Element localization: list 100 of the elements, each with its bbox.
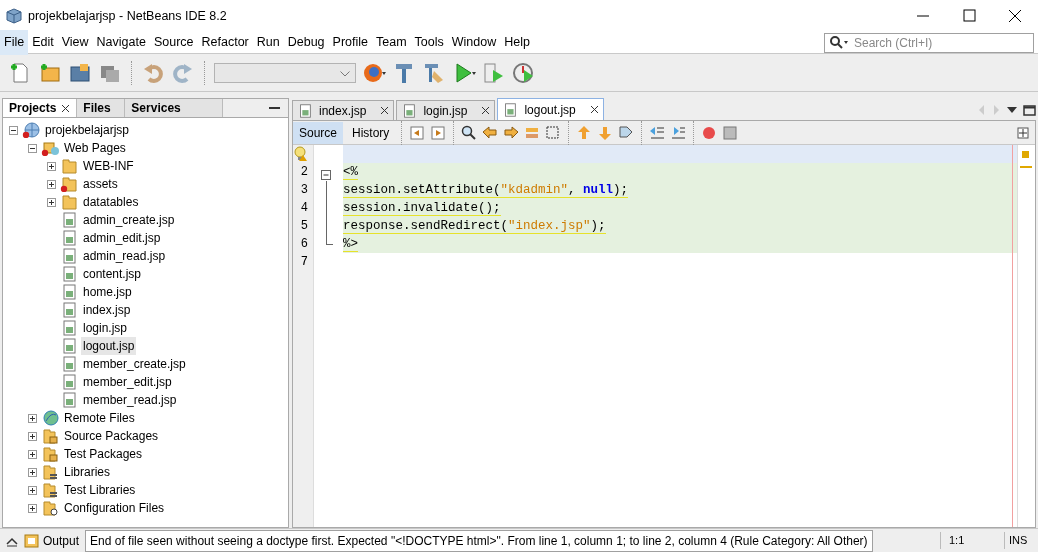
tree-item[interactable]: Source Packages (62, 427, 161, 445)
tree-item[interactable]: WEB-INF (81, 157, 136, 175)
tree-item[interactable]: member_create.jsp (81, 355, 188, 373)
tree-item[interactable]: datatables (81, 193, 141, 211)
expand-icon[interactable] (47, 197, 56, 207)
back-icon[interactable] (408, 123, 427, 142)
close-icon[interactable] (380, 106, 390, 115)
menu-item[interactable]: Team (372, 30, 411, 55)
window-title: projekbelajarjsp - NetBeans IDE 8.2 (28, 7, 227, 25)
tree-item[interactable]: Libraries (62, 463, 113, 481)
file-icon (60, 320, 78, 336)
cursor-position: 1:1 (940, 532, 1004, 549)
globe-icon (41, 410, 59, 426)
tree-item[interactable]: index.jsp (81, 301, 133, 319)
panel-tab[interactable]: Files (77, 99, 126, 117)
stop-icon[interactable] (721, 123, 740, 142)
tree-item[interactable]: content.jsp (81, 265, 144, 283)
menu-item[interactable]: View (57, 30, 93, 55)
cube-icon (6, 8, 22, 24)
tree-item[interactable]: assets (81, 175, 120, 193)
expand-icon[interactable] (28, 431, 37, 441)
file-icon (60, 248, 78, 264)
line-number: 4 (299, 200, 309, 217)
output-button[interactable]: Output (18, 531, 86, 550)
split-icon[interactable] (1017, 126, 1029, 139)
warning-marker (1022, 151, 1029, 158)
menu-item[interactable]: Run (252, 30, 284, 55)
editor-tab[interactable]: login.jsp (396, 100, 496, 120)
line-number: 6 (299, 236, 309, 253)
expand-icon[interactable] (28, 449, 37, 459)
code-line: session.invalidate(); (343, 201, 501, 216)
tree-item[interactable]: Remote Files (62, 409, 137, 427)
menu-item[interactable]: Window (447, 30, 501, 55)
expand-icon[interactable] (28, 485, 37, 495)
menu-item[interactable]: Help (500, 30, 534, 55)
close-icon[interactable] (481, 106, 491, 115)
forward-icon[interactable] (429, 123, 448, 142)
file-icon (60, 284, 78, 300)
tree-item[interactable]: home.jsp (81, 283, 134, 301)
close-icon[interactable] (589, 105, 599, 114)
editor-tab[interactable]: logout.jsp (497, 98, 604, 120)
dropdown-icon[interactable] (1007, 105, 1017, 115)
file-icon (297, 102, 313, 119)
fold-icon[interactable] (321, 169, 331, 180)
tree-item[interactable]: Web Pages (62, 139, 128, 157)
close-icon[interactable] (61, 103, 71, 113)
menu-item[interactable]: Debug (283, 30, 329, 55)
tree-item[interactable]: projekbelajarjsp (43, 121, 132, 139)
menu-item[interactable]: Source (149, 30, 198, 55)
menu-item[interactable]: Navigate (92, 30, 150, 55)
file-icon (60, 338, 78, 354)
folder-icon (60, 158, 78, 174)
search-box[interactable]: Search (Ctrl+I) (824, 32, 1034, 53)
line-number: 5 (299, 218, 309, 235)
package-icon (41, 428, 59, 444)
menu-item[interactable]: Profile (328, 30, 372, 55)
profile-icon[interactable] (512, 60, 536, 85)
tree-item[interactable]: Test Packages (62, 445, 145, 463)
expand-icon[interactable] (47, 161, 56, 171)
file-icon (60, 374, 78, 390)
collapse-icon[interactable] (9, 125, 18, 135)
line-number: 2 (299, 164, 309, 181)
file-icon (60, 392, 78, 408)
menu-item[interactable]: Tools (410, 30, 448, 55)
editor-tab[interactable]: index.jsp (292, 100, 395, 120)
output-icon (24, 532, 39, 549)
tree-item[interactable]: admin_read.jsp (81, 247, 168, 265)
tree-item[interactable]: Configuration Files (62, 499, 167, 517)
package-icon (41, 446, 59, 462)
folder-icon (60, 194, 78, 210)
tree-item[interactable]: member_read.jsp (81, 391, 179, 409)
file-icon (60, 266, 78, 282)
tree-item[interactable]: logout.jsp (81, 337, 137, 355)
maximize-icon[interactable] (1023, 104, 1036, 116)
mode-tab[interactable]: Source (293, 121, 344, 144)
menu-item[interactable]: Refactor (197, 30, 253, 55)
code-line: %> (343, 237, 358, 252)
expand-icon[interactable] (28, 503, 37, 513)
collapse-icon[interactable] (28, 143, 37, 153)
file-icon (60, 212, 78, 228)
file-icon (60, 356, 78, 372)
library-icon (41, 464, 59, 480)
tree-item[interactable]: admin_create.jsp (81, 211, 177, 229)
menu-item[interactable]: Edit (28, 30, 58, 55)
tree-item[interactable]: member_edit.jsp (81, 373, 174, 391)
panel-tab[interactable]: Projects (3, 99, 78, 117)
line-number: 7 (299, 254, 309, 271)
line-number: 3 (299, 182, 309, 199)
tree-item[interactable]: login.jsp (81, 319, 130, 337)
code-line: response.sendRedirect("index.jsp"); (343, 219, 606, 234)
tree-item[interactable]: Test Libraries (62, 481, 138, 499)
tree-item[interactable]: admin_edit.jsp (81, 229, 163, 247)
menu-item[interactable]: File (0, 30, 29, 55)
minimize-icon[interactable] (269, 104, 280, 112)
expand-icon[interactable] (47, 179, 56, 189)
library-icon (41, 482, 59, 498)
mode-tab[interactable]: History (346, 121, 396, 144)
panel-tab[interactable]: Services (125, 99, 224, 117)
expand-icon[interactable] (28, 413, 37, 423)
expand-icon[interactable] (28, 467, 37, 477)
